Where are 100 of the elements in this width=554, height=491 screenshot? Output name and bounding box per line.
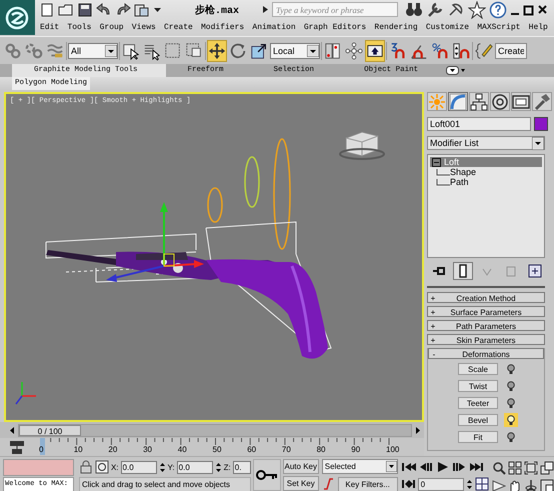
modifier-stack[interactable]: Loft Shape Path — [427, 154, 545, 258]
object-name-field[interactable]: Loft001 — [427, 117, 531, 131]
nodes-icon[interactable] — [344, 40, 364, 62]
deformation-button[interactable]: Fit — [458, 431, 498, 443]
dropdown[interactable]: Local — [270, 42, 320, 58]
wrench-icon[interactable] — [426, 0, 444, 18]
key-icon[interactable] — [252, 459, 281, 491]
hammer-icon[interactable] — [532, 92, 552, 111]
ribbon-options-icon[interactable] — [446, 66, 466, 75]
menu-item[interactable]: Help — [528, 23, 548, 32]
menu-item[interactable]: Tools — [67, 23, 92, 32]
star-icon[interactable] — [468, 0, 486, 18]
dropdown-arrow-icon[interactable] — [307, 44, 319, 56]
menu-item[interactable]: Views — [132, 23, 156, 32]
auto-key-button[interactable]: Auto Key — [282, 459, 319, 474]
hierarchy-icon[interactable] — [469, 92, 489, 111]
go-to-start-icon[interactable] — [400, 461, 416, 473]
coordinate-field[interactable]: 0. — [232, 460, 251, 474]
rollout-header[interactable]: + Path Parameters — [427, 320, 545, 331]
viewcube-icon[interactable] — [339, 131, 385, 160]
menu-item[interactable]: Edit — [40, 23, 60, 32]
maximize-viewport-icon[interactable] — [540, 479, 554, 491]
expand-arrow-icon[interactable] — [262, 5, 270, 14]
pan-hand-icon[interactable] — [508, 479, 522, 491]
stack-item[interactable]: Loft — [430, 157, 542, 167]
menu-item[interactable]: Group — [100, 23, 124, 32]
menu-item[interactable]: Customize — [426, 23, 470, 32]
move-gizmo[interactable] — [106, 202, 204, 282]
stack-sub-item[interactable]: Shape — [450, 167, 476, 177]
key-filters-button[interactable]: Key Filters... — [338, 476, 398, 491]
color-swatch[interactable] — [534, 117, 548, 131]
monitor-icon[interactable] — [511, 92, 531, 111]
rollout-header[interactable]: - Deformations — [428, 348, 544, 359]
disc-icon[interactable] — [490, 92, 510, 111]
undo-icon[interactable] — [96, 2, 112, 18]
frame-marker[interactable] — [40, 438, 45, 455]
go-to-end-icon[interactable] — [468, 461, 484, 473]
dropdown-arrow-icon[interactable] — [386, 461, 397, 472]
transform-mode-icon[interactable] — [94, 460, 109, 474]
lock-icon[interactable] — [78, 460, 93, 474]
stack-sub-item[interactable]: Path — [450, 177, 469, 187]
bar-icon[interactable] — [453, 262, 473, 280]
dropdown-arrow-icon[interactable] — [153, 6, 162, 14]
menu-item[interactable]: Graph Editors — [304, 23, 366, 32]
collapse-icon[interactable] — [432, 158, 441, 166]
dropdown[interactable]: All — [68, 42, 118, 58]
zoom-icon[interactable] — [492, 461, 506, 475]
rollout-header[interactable]: + Skin Parameters — [427, 334, 545, 345]
app-logo-icon[interactable] — [0, 0, 35, 35]
zoom-extents-all-icon[interactable] — [540, 461, 554, 475]
move-arrows-icon[interactable] — [207, 40, 227, 62]
coordinate-field[interactable]: 0.0 — [176, 460, 213, 474]
frame-number: 100 — [386, 445, 400, 455]
next-frame-icon[interactable] — [452, 461, 467, 473]
binoculars-icon[interactable] — [405, 0, 424, 18]
rollout-header[interactable]: + Surface Parameters — [427, 306, 545, 317]
maxscript-listener-field[interactable] — [3, 459, 74, 476]
time-config-icon[interactable] — [474, 477, 489, 491]
deformation-button[interactable]: Bevel — [458, 414, 498, 426]
menu-item[interactable]: Rendering — [374, 23, 418, 32]
next-arrow-icon[interactable] — [414, 426, 422, 434]
search-field[interactable]: Type a keyword or phrase — [272, 2, 398, 17]
frame-number: 0 — [39, 445, 44, 455]
lightbulb-toggle[interactable] — [504, 413, 518, 427]
menu-item[interactable]: Create — [164, 23, 193, 32]
previous-frame-icon[interactable] — [418, 461, 433, 473]
orbit-icon[interactable] — [524, 479, 538, 491]
redo-icon[interactable] — [115, 2, 131, 18]
timeline-bar[interactable]: 0 / 100 — [18, 424, 412, 436]
deformation-button[interactable]: Teeter — [458, 397, 498, 409]
key-mode-toggle-icon[interactable] — [400, 478, 416, 490]
dropdown-arrow-icon[interactable] — [532, 136, 544, 150]
zoom-extents-icon[interactable] — [524, 461, 538, 475]
help-icon[interactable] — [489, 0, 508, 18]
key-mode-dropdown[interactable]: Selected — [322, 459, 398, 474]
menu-item[interactable]: Animation — [252, 23, 296, 32]
menu-item[interactable]: MAXScript — [477, 23, 520, 32]
deformation-button[interactable]: Scale — [458, 363, 498, 375]
menu-item[interactable]: Modifiers — [201, 23, 244, 32]
keyboard-icon[interactable] — [365, 40, 385, 62]
dropdown-arrow-icon[interactable] — [105, 44, 117, 56]
set-key-button[interactable]: Set Key — [282, 476, 319, 491]
field-of-view-icon[interactable] — [492, 479, 506, 491]
modifier-list-dropdown[interactable]: Modifier List — [427, 136, 545, 150]
zoom-all-icon[interactable] — [508, 461, 522, 475]
coordinate-field[interactable]: 0.0 — [120, 460, 157, 474]
deformation-button[interactable]: Twist — [458, 380, 498, 392]
previous-arrow-icon[interactable] — [8, 426, 16, 434]
rollout-header[interactable]: + Creation Method — [427, 292, 545, 303]
close-icon[interactable] — [537, 4, 548, 16]
frame-counter[interactable]: 0 / 100 — [19, 424, 81, 436]
new-file-icon[interactable] — [39, 2, 55, 18]
track-bar[interactable]: 0 10 20 30 40 50 60 70 80 90 100 — [34, 438, 414, 456]
curve-icon[interactable] — [448, 92, 468, 111]
project-icon[interactable] — [134, 2, 150, 18]
maximize-icon[interactable] — [523, 4, 534, 16]
tangent-icon[interactable] — [322, 476, 336, 491]
current-frame-field[interactable]: 0 — [418, 478, 464, 490]
save-icon[interactable] — [77, 2, 93, 18]
folder-icon[interactable] — [58, 2, 74, 18]
